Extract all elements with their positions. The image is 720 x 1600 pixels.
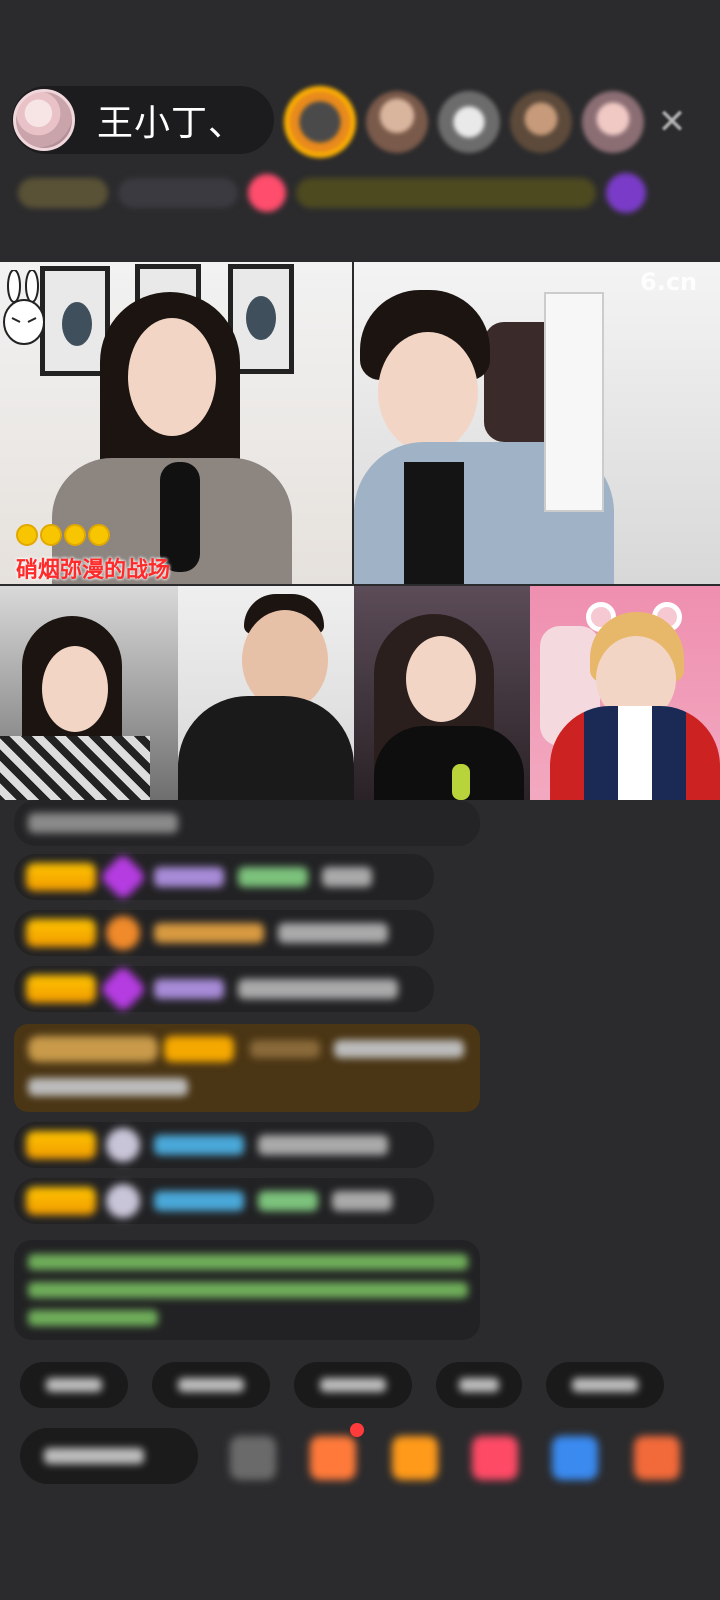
gem-icon [98, 852, 148, 902]
quick-reply-chip[interactable] [152, 1362, 270, 1408]
wall-art [246, 296, 276, 340]
black-shirt [178, 696, 354, 800]
level-badge [26, 919, 96, 947]
chat-message[interactable] [14, 1176, 434, 1226]
jacket [550, 706, 720, 800]
emoji-icon[interactable] [230, 1436, 276, 1480]
quick-reply-row [20, 1362, 688, 1408]
face [406, 636, 476, 722]
coin-icon [64, 524, 86, 546]
mentioned-user[interactable] [258, 1191, 318, 1211]
username[interactable] [154, 1135, 244, 1155]
chat-text [332, 1191, 392, 1211]
chat-text [334, 1040, 464, 1058]
coin-icon [40, 524, 62, 546]
username[interactable] [154, 979, 224, 999]
wall-art [62, 302, 92, 346]
chat-message[interactable] [14, 964, 434, 1014]
info-chip[interactable] [118, 178, 238, 208]
live-room-screen: 王小丁、 ✕ 硝烟弥漫的战场 6.cn [0, 0, 720, 1600]
platform-watermark: 6.cn [640, 268, 698, 296]
level-badge [26, 1187, 96, 1215]
video-tile-guest-5[interactable] [530, 586, 720, 800]
chat-text [278, 923, 388, 943]
stream-title: 硝烟弥漫的战场 [16, 558, 171, 583]
notice-line [28, 1254, 468, 1270]
avatar-icon [98, 1176, 148, 1226]
level-badge [26, 975, 96, 1003]
shelf [544, 292, 604, 512]
gift-message[interactable] [14, 1024, 480, 1112]
quick-reply-chip[interactable] [294, 1362, 412, 1408]
close-icon[interactable]: ✕ [650, 100, 694, 144]
chat-input[interactable] [20, 1428, 198, 1484]
vip-badge [28, 1036, 158, 1062]
room-info-row [18, 170, 708, 216]
username[interactable] [250, 1040, 320, 1058]
viewer-avatar[interactable] [510, 91, 572, 153]
notification-dot [350, 1423, 364, 1437]
chat-text [28, 1078, 188, 1096]
gem-icon [98, 964, 148, 1014]
chat-text [238, 979, 398, 999]
chat-text [258, 1135, 388, 1155]
info-banner[interactable] [296, 178, 596, 208]
avatar-icon [98, 1120, 148, 1170]
face [128, 318, 216, 436]
notice-line [28, 1282, 468, 1298]
level-badge [26, 1131, 96, 1159]
host-avatar[interactable] [13, 89, 75, 151]
video-tile-guest-1[interactable] [354, 262, 720, 584]
game-icon[interactable] [310, 1436, 356, 1480]
shirt [404, 462, 464, 584]
chat-text [28, 813, 178, 833]
level-badge [164, 1036, 234, 1062]
chat-text [322, 867, 372, 887]
coin-icon [16, 524, 38, 546]
striped-top [0, 736, 150, 800]
username[interactable] [154, 923, 264, 943]
coin-icons [16, 524, 112, 546]
audience-avatar-row [284, 86, 654, 158]
event-icon[interactable] [606, 173, 646, 213]
viewer-avatar[interactable] [582, 91, 644, 153]
viewer-avatar[interactable] [366, 91, 428, 153]
chat-message[interactable] [14, 908, 434, 958]
gift-icon[interactable] [634, 1436, 680, 1480]
gift-icon[interactable] [248, 174, 286, 212]
chat-message[interactable] [14, 1120, 434, 1170]
level-badge [26, 863, 96, 891]
video-tile-guest-4[interactable] [354, 586, 530, 800]
face [42, 646, 108, 732]
quick-reply-chip[interactable] [20, 1362, 128, 1408]
rabbit-sticker-icon [3, 270, 45, 345]
gift-box-icon[interactable] [392, 1436, 438, 1480]
video-tile-guest-3[interactable] [178, 586, 354, 800]
viewer-avatar[interactable] [438, 91, 500, 153]
notice-line [28, 1310, 158, 1326]
info-chip[interactable] [18, 178, 108, 208]
quick-reply-chip[interactable] [436, 1362, 522, 1408]
video-tile-guest-2[interactable] [0, 586, 178, 800]
username[interactable] [154, 1191, 244, 1211]
face [378, 332, 478, 452]
face [242, 610, 328, 710]
quick-reply-chip[interactable] [546, 1362, 664, 1408]
avatar-icon [98, 908, 148, 958]
black-dress [374, 726, 524, 800]
green-object [452, 764, 470, 800]
username[interactable] [154, 867, 224, 887]
share-icon[interactable] [552, 1436, 598, 1480]
viewer-avatar[interactable] [284, 86, 356, 158]
system-notice [14, 1240, 480, 1340]
host-info-pill[interactable]: 王小丁、 [12, 86, 274, 154]
red-packet-icon[interactable] [472, 1436, 518, 1480]
host-name: 王小丁、 [97, 103, 246, 144]
mentioned-user[interactable] [238, 867, 308, 887]
chat-message [14, 800, 480, 846]
chat-message[interactable] [14, 852, 434, 902]
coin-icon [88, 524, 110, 546]
